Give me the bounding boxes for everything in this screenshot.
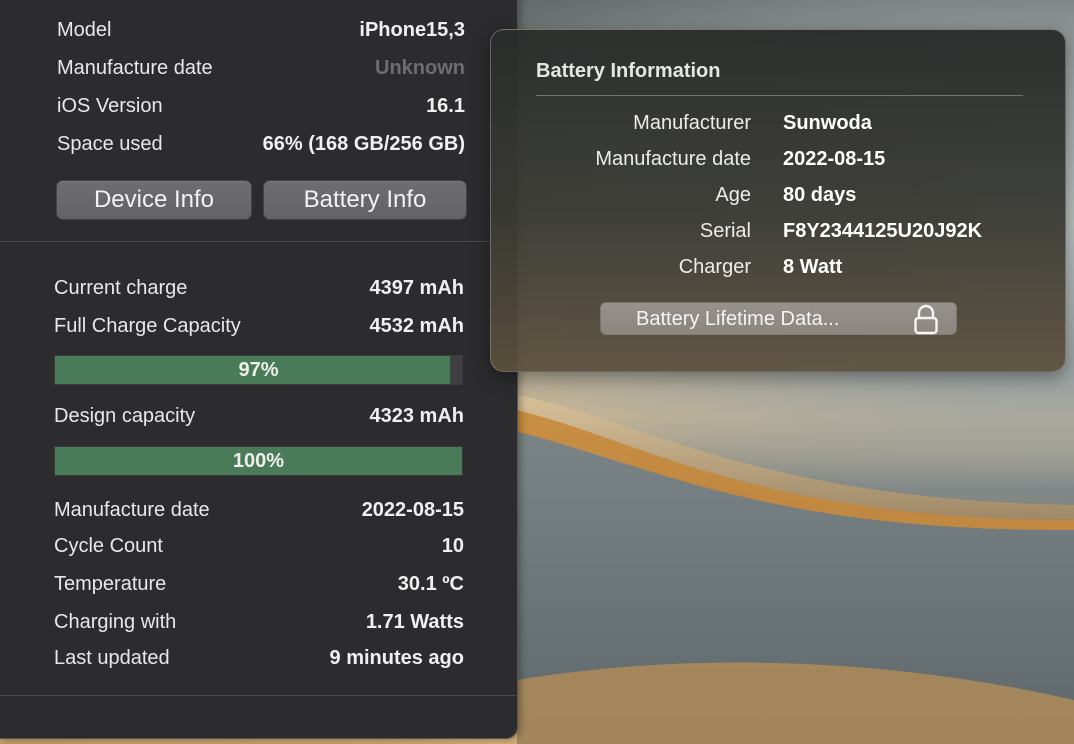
battery-row-value: 30.1 ºC [397, 572, 464, 595]
popover-row-value: 80 days [783, 184, 857, 206]
popover-row-charger: Charger 8 Watt [491, 256, 1067, 286]
battery-row-current-charge: Current charge 4397 mAh [54, 273, 464, 303]
battery-row-label: Design capacity [54, 404, 196, 427]
popover-row-label: Serial [699, 220, 751, 242]
battery-row-value: 2022-08-15 [361, 498, 464, 521]
battery-row-temperature: Temperature 30.1 ºC [54, 569, 464, 599]
battery-row-manufacture-date: Manufacture date 2022-08-15 [54, 495, 464, 525]
popover-row-value: 8 Watt [783, 256, 843, 278]
battery-row-cycle-count: Cycle Count 10 [54, 531, 464, 561]
battery-row-label: Full Charge Capacity [54, 314, 241, 337]
popover-row-manufacturer: Manufacturer Sunwoda [491, 112, 1067, 142]
battery-row-value: 10 [441, 534, 464, 557]
popover-row-value: Sunwoda [783, 112, 872, 134]
device-row-model: Model iPhone15,3 [57, 15, 465, 45]
popover-divider [536, 95, 1023, 96]
popover-title: Battery Information [536, 60, 721, 82]
popover-row-value: F8Y2344125U20J92K [783, 220, 983, 242]
full-charge-bar-label: 97% [238, 358, 279, 381]
full-charge-progress-bar: 97% [54, 355, 463, 385]
battery-row-value: 4397 mAh [369, 276, 465, 299]
popover-row-age: Age 80 days [491, 184, 1067, 214]
battery-row-label: Manufacture date [54, 498, 210, 521]
device-row-label: Manufacture date [57, 56, 213, 79]
lock-icon [914, 304, 938, 335]
battery-row-label: Charging with [54, 610, 177, 633]
popover-row-label: Charger [678, 256, 751, 278]
battery-row-design-capacity: Design capacity 4323 mAh [54, 401, 464, 431]
battery-row-value: 9 minutes ago [329, 646, 464, 669]
device-row-label: Space used [57, 132, 163, 155]
battery-row-value: 1.71 Watts [365, 610, 464, 633]
device-row-space-used: Space used 66% (168 GB/256 GB) [57, 129, 465, 159]
device-row-value: iPhone15,3 [359, 18, 465, 41]
device-row-ios-version: iOS Version 16.1 [57, 91, 465, 121]
battery-row-value: 4532 mAh [369, 314, 465, 337]
battery-row-label: Cycle Count [54, 534, 163, 557]
popover-row-label: Age [715, 184, 751, 206]
device-row-manufacture-date: Manufacture date Unknown [57, 53, 465, 83]
battery-row-label: Temperature [54, 572, 167, 595]
device-row-value: 66% (168 GB/256 GB) [262, 132, 465, 155]
battery-row-label: Last updated [54, 646, 170, 669]
popover-row-manufacture-date: Manufacture date 2022-08-15 [491, 148, 1067, 178]
section-divider [0, 241, 517, 242]
battery-lifetime-data-button[interactable]: Battery Lifetime Data... [600, 302, 957, 335]
popover-row-serial: Serial F8Y2344125U20J92K [491, 220, 1067, 250]
battery-row-label: Current charge [54, 276, 188, 299]
design-capacity-progress-bar: 100% [54, 446, 463, 476]
device-row-label: Model [57, 18, 112, 41]
popover-row-label: Manufacture date [595, 148, 751, 170]
main-panel: Model iPhone15,3 Manufacture date Unknow… [0, 0, 518, 739]
battery-row-full-charge: Full Charge Capacity 4532 mAh [54, 311, 464, 341]
popover-row-label: Manufacturer [633, 112, 751, 134]
device-row-value: 16.1 [426, 94, 465, 117]
design-capacity-bar-label: 100% [232, 449, 285, 472]
device-info-button[interactable]: Device Info [56, 180, 252, 220]
popover-row-value: 2022-08-15 [783, 148, 886, 170]
device-row-label: iOS Version [57, 94, 163, 117]
battery-information-popover: Battery Information Manufacturer Sunwoda… [490, 29, 1066, 372]
battery-info-button[interactable]: Battery Info [263, 180, 467, 220]
device-row-value: Unknown [375, 56, 465, 79]
footer-divider [0, 695, 517, 696]
battery-row-last-updated: Last updated 9 minutes ago [54, 643, 464, 673]
battery-row-value: 4323 mAh [369, 404, 465, 427]
battery-lifetime-data-label: Battery Lifetime Data... [636, 308, 840, 330]
battery-row-charging-with: Charging with 1.71 Watts [54, 607, 464, 637]
